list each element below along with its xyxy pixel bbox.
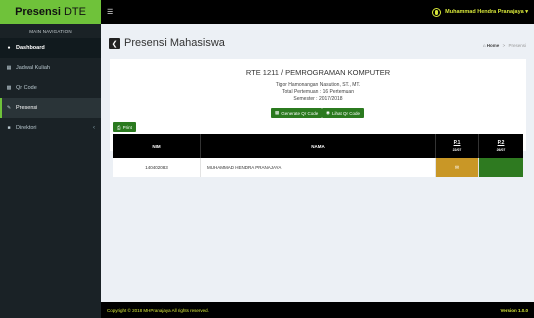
view-qr-label: Lihat Qr Code — [331, 110, 360, 116]
session-date: 22/07 — [452, 148, 462, 152]
print-icon: ⎙ — [117, 124, 121, 130]
footer-copyright: Copyright © 2018 MHPranajaya All rights … — [107, 307, 209, 313]
user-menu[interactable]: Muhammad Hendra Pranajaya ▾ — [432, 7, 528, 17]
calendar-icon: ▦ — [6, 64, 12, 71]
sidebar-item-qr-code[interactable]: ▩ Qr Code — [0, 78, 101, 98]
user-avatar-icon — [432, 7, 442, 17]
brand-rest: DTE — [63, 6, 86, 18]
sidebar: Presensi DTE MAIN NAVIGATION ● Dashboard… — [0, 0, 101, 318]
course-semester: Semester : 2017/2018 — [293, 96, 343, 102]
breadcrumb-separator: > — [502, 43, 506, 48]
page-title: Presensi Mahasiswa — [124, 37, 225, 49]
column-header-session[interactable]: P.2 26/07 — [479, 134, 523, 158]
book-icon: ■ — [7, 124, 11, 131]
qrcode-icon: ▩ — [6, 84, 12, 91]
session-label: P.2 — [497, 140, 505, 146]
attendance-cell-p2[interactable] — [479, 158, 523, 177]
course-total-sessions: Total Pertemuan : 16 Pertemuan — [282, 89, 354, 95]
sidebar-item-label: Direktori — [16, 125, 37, 131]
sidebar-item-jadwal-kuliah[interactable]: ▦ Jadwal Kuliah — [0, 58, 101, 78]
qrcode-icon: ▩ — [275, 110, 280, 115]
top-navbar: ☰ Muhammad Hendra Pranajaya ▾ — [101, 0, 534, 24]
breadcrumb: ⌂ Home > Presensi — [483, 43, 526, 48]
edit-icon: ✎ — [6, 104, 12, 111]
attendance-cell-p1[interactable]: ✉ — [436, 158, 479, 177]
footer-version: Version 1.0.0 — [500, 307, 528, 313]
chevron-left-icon: ‹ — [93, 125, 95, 131]
generate-qr-button[interactable]: ▩ Generate Qr Code — [271, 108, 323, 118]
envelope-icon: ✉ — [454, 164, 460, 171]
footer: Copyright © 2018 MHPranajaya All rights … — [101, 302, 534, 318]
session-label: P.1 — [453, 140, 461, 146]
sidebar-item-dashboard[interactable]: ● Dashboard — [0, 38, 101, 58]
sidebar-item-direktori[interactable]: ■ Direktori ‹ — [0, 118, 101, 138]
menu-toggle-icon[interactable]: ☰ — [107, 8, 113, 16]
eye-icon: ◉ — [326, 110, 330, 115]
back-button[interactable]: ❮ — [109, 38, 120, 49]
breadcrumb-home[interactable]: Home — [487, 43, 500, 48]
generate-qr-label: Generate Qr Code — [281, 110, 319, 116]
column-header-nim: NIM — [113, 134, 201, 158]
sidebar-item-label: Presensi — [16, 105, 38, 111]
view-qr-button[interactable]: ◉ Lihat Qr Code — [322, 108, 364, 118]
sidebar-item-presensi[interactable]: ✎ Presensi — [0, 98, 101, 118]
table-row: 140402083 MUHAMMAD HENDRA PRANAJAYA ✉ — [113, 158, 523, 177]
print-button[interactable]: ⎙ Print — [113, 122, 136, 132]
dashboard-icon: ● — [7, 44, 11, 51]
home-icon: ⌂ — [482, 43, 486, 48]
sidebar-item-label: Dashboard — [16, 45, 45, 51]
content-header: ❮ Presensi Mahasiswa ⌂ Home > Presensi — [101, 24, 534, 58]
brand-logo[interactable]: Presensi DTE — [0, 0, 101, 24]
attendance-table-header: NIM NAMA P.1 22/07 P.2 26/07 — [113, 134, 523, 158]
column-header-session[interactable]: P.1 22/07 — [436, 134, 479, 158]
cell-nama: MUHAMMAD HENDRA PRANAJAYA — [201, 158, 436, 177]
course-lecturer: Tigor Hamonangan Nasution, ST., MT. — [275, 82, 361, 88]
session-date: 26/07 — [496, 148, 506, 152]
breadcrumb-current: Presensi — [508, 43, 526, 48]
brand-bold: Presensi — [15, 6, 61, 18]
nav-header: MAIN NAVIGATION — [0, 24, 101, 38]
cell-nim: 140402083 — [113, 158, 201, 177]
course-title: RTE 1211 / PEMROGRAMAN KOMPUTER — [245, 68, 391, 77]
user-name: Muhammad Hendra Pranajaya ▾ — [445, 9, 528, 15]
sidebar-item-label: Jadwal Kuliah — [16, 65, 50, 71]
sidebar-item-label: Qr Code — [16, 85, 37, 91]
column-header-nama: NAMA — [201, 134, 436, 158]
print-label: Print — [122, 124, 132, 130]
